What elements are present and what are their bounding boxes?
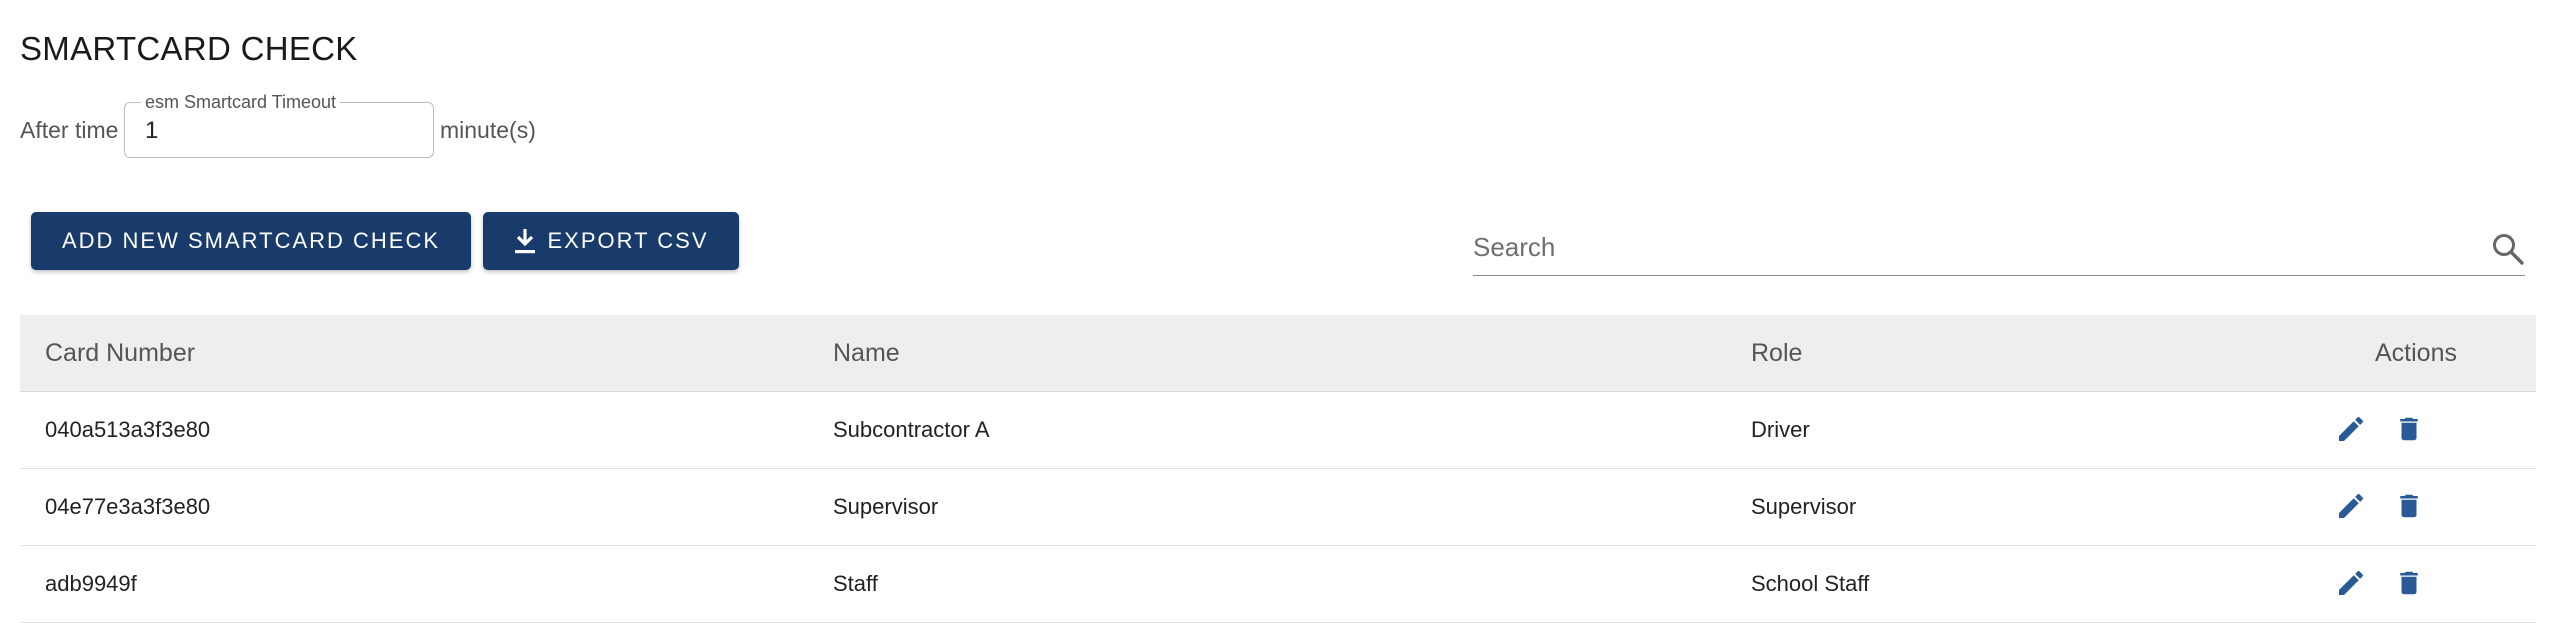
role-cell: School Staff <box>1751 571 1870 596</box>
timeout-field-label: esm Smartcard Timeout <box>141 92 341 113</box>
export-csv-button[interactable]: EXPORT CSV <box>483 212 739 270</box>
card-number-cell: adb9949f <box>45 571 137 596</box>
card-number-cell: 040a513a3f3e80 <box>45 417 211 442</box>
edit-icon <box>2339 570 2364 595</box>
delete-button[interactable] <box>2391 564 2427 602</box>
search-field[interactable] <box>1473 226 2525 276</box>
delete-button[interactable] <box>2391 487 2427 525</box>
edit-icon <box>2339 493 2364 518</box>
page-title: SMARTCARD CHECK <box>20 30 358 67</box>
delete-icon <box>2400 494 2418 518</box>
add-button-label: ADD NEW SMARTCARD CHECK <box>61 228 441 253</box>
delete-icon <box>2400 571 2418 595</box>
column-header-actions: Actions <box>2375 339 2457 367</box>
card-number-cell: 04e77e3a3f3e80 <box>45 494 211 519</box>
name-cell: Staff <box>833 571 878 596</box>
name-cell: Supervisor <box>833 494 939 519</box>
timeout-setting: After time esm Smartcard Timeout minute(… <box>20 92 620 162</box>
edit-icon <box>2339 416 2364 441</box>
table-row: adb9949f Staff School Staff <box>20 546 2536 623</box>
edit-button[interactable] <box>2333 410 2369 448</box>
table-row: 040a513a3f3e80 Subcontractor A Driver <box>20 392 2536 469</box>
delete-button[interactable] <box>2391 410 2427 448</box>
export-button-label: EXPORT CSV <box>547 228 709 253</box>
table-row: 04e77e3a3f3e80 Supervisor Supervisor <box>20 469 2536 546</box>
edit-button[interactable] <box>2333 564 2369 602</box>
column-header-name[interactable]: Name <box>833 339 900 368</box>
edit-button[interactable] <box>2333 487 2369 525</box>
add-smartcard-check-button[interactable]: ADD NEW SMARTCARD CHECK <box>31 212 471 270</box>
row-actions <box>2333 564 2427 602</box>
role-cell: Driver <box>1751 417 1810 442</box>
delete-icon <box>2400 417 2418 441</box>
column-header-card-number[interactable]: Card Number <box>45 339 195 368</box>
name-cell: Subcontractor A <box>833 417 990 442</box>
timeout-input[interactable] <box>145 117 415 145</box>
search-input[interactable] <box>1473 232 2453 263</box>
timeout-field[interactable]: esm Smartcard Timeout <box>124 92 434 158</box>
role-cell: Supervisor <box>1751 494 1857 519</box>
minutes-label: minute(s) <box>440 117 536 143</box>
column-header-role[interactable]: Role <box>1751 339 1802 368</box>
table-header: Card Number Name Role Actions <box>20 315 2536 392</box>
search-icon[interactable] <box>2491 232 2525 266</box>
row-actions <box>2333 410 2427 448</box>
row-actions <box>2333 487 2427 525</box>
smartcard-table: Card Number Name Role Actions 040a513a3f… <box>20 315 2536 623</box>
after-time-label: After time <box>20 117 119 143</box>
download-icon <box>515 229 536 254</box>
